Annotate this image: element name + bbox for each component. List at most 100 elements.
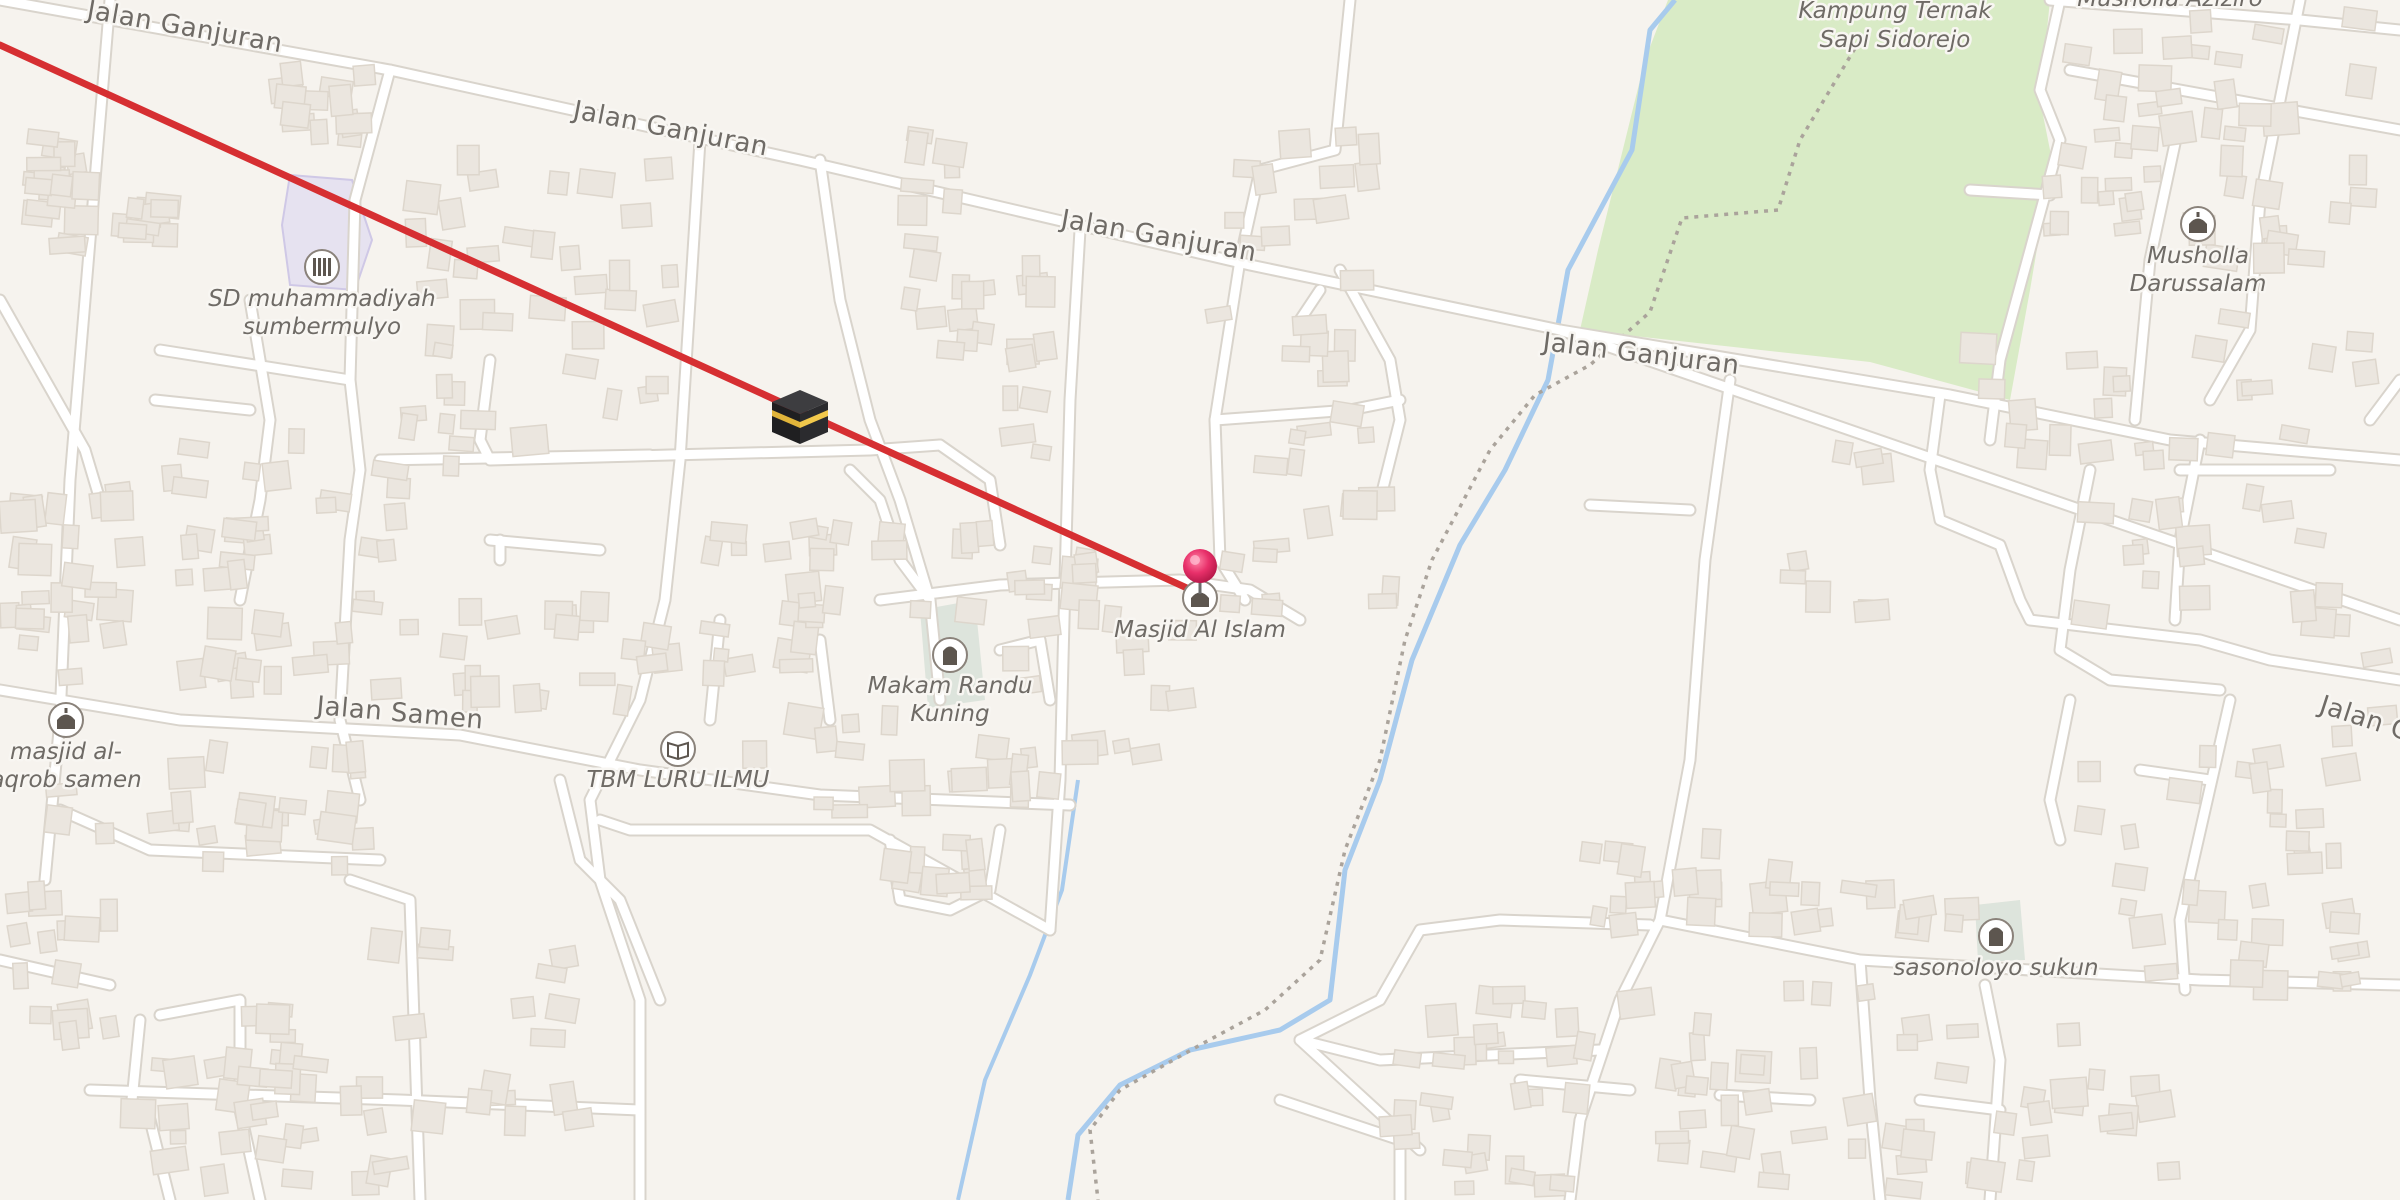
building-60: [573, 273, 609, 296]
building-536: [2213, 50, 2244, 69]
building-620: [2216, 918, 2239, 941]
building-203: [149, 1145, 190, 1176]
building-90: [174, 568, 194, 587]
building-169: [170, 790, 194, 825]
building-446: [1520, 999, 1548, 1021]
building-297: [1031, 545, 1053, 566]
building-579: [2191, 334, 2228, 364]
building-633: [2266, 788, 2284, 814]
building-232: [561, 1106, 595, 1132]
building-118: [179, 533, 200, 561]
building-310: [888, 758, 926, 793]
building-274: [709, 520, 748, 545]
building-255: [553, 613, 581, 641]
building-637: [2328, 911, 2361, 935]
building-405: [1122, 648, 1145, 677]
building-88: [170, 475, 210, 499]
building-467: [1442, 1148, 1474, 1169]
building-433: [1790, 907, 1822, 936]
building-490: [1757, 1171, 1791, 1191]
tbm-poi[interactable]: [660, 731, 696, 767]
building-75: [481, 311, 514, 332]
building-0: [63, 204, 100, 236]
building-48: [442, 455, 460, 477]
building-327: [879, 847, 913, 885]
map-canvas[interactable]: Jalan Ganjuran Jalan Ganjuran Jalan Ganj…: [0, 0, 2400, 1200]
cemetery-icon: [943, 646, 957, 665]
building-245: [578, 672, 616, 687]
sasonoloyo-poi[interactable]: [1978, 918, 2014, 954]
building-548: [2113, 220, 2142, 237]
building-538: [2344, 62, 2378, 100]
building-497: [2087, 1068, 2106, 1091]
building-387: [1329, 399, 1366, 428]
building-309: [741, 740, 768, 769]
building-80: [642, 298, 680, 328]
building-258: [469, 675, 501, 709]
building-299: [1071, 562, 1098, 585]
building-26: [125, 196, 145, 220]
building-364: [1277, 128, 1313, 160]
building-550: [2104, 176, 2133, 192]
building-189: [26, 880, 47, 911]
building-511: [1966, 1157, 2007, 1194]
building-180: [6, 921, 31, 948]
building-653: [1779, 569, 1807, 585]
building-534: [2200, 106, 2224, 140]
building-427: [1902, 894, 1938, 921]
building-471: [1616, 986, 1656, 1021]
building-374: [1286, 447, 1306, 477]
building-373: [1356, 426, 1376, 444]
building-488: [1678, 1109, 1707, 1130]
building-537: [2223, 172, 2248, 200]
makam-poi[interactable]: [932, 637, 968, 673]
building-415: [1616, 842, 1647, 879]
building-153: [330, 855, 349, 876]
building-144: [14, 607, 46, 630]
building-500: [2026, 1099, 2053, 1127]
masjid-alaqrob-poi[interactable]: [48, 702, 84, 738]
building-523: [2057, 141, 2088, 170]
building-636: [2248, 760, 2272, 795]
building-201: [157, 1102, 191, 1132]
building-452: [1453, 1180, 1475, 1196]
building-586: [1958, 331, 1998, 366]
building-377: [1354, 160, 1381, 193]
school-poi[interactable]: [304, 249, 340, 285]
building-399: [1252, 547, 1279, 564]
building-318: [1010, 770, 1032, 803]
building-585: [2345, 330, 2375, 353]
building-294: [1001, 645, 1030, 672]
building-171: [233, 798, 267, 828]
building-131: [61, 523, 80, 550]
building-396: [1342, 489, 1378, 521]
building-386: [1357, 132, 1382, 166]
building-359: [1018, 385, 1052, 414]
building-648: [1831, 439, 1854, 466]
building-469: [1742, 1087, 1773, 1116]
building-383: [1291, 313, 1328, 337]
building-487: [1725, 1124, 1756, 1161]
building-437: [1671, 866, 1700, 898]
building-108: [351, 598, 384, 616]
building-632: [2073, 804, 2106, 836]
building-525: [2137, 64, 2173, 93]
building-589: [2065, 350, 2099, 370]
building-583: [2077, 439, 2115, 465]
building-480: [1688, 1031, 1707, 1062]
building-348: [903, 129, 930, 166]
building-600: [2128, 497, 2154, 524]
musholla-darussalam-poi[interactable]: [2180, 206, 2216, 242]
building-128: [57, 667, 84, 687]
building-432: [1800, 881, 1821, 907]
building-416: [1608, 911, 1639, 939]
building-381: [1281, 345, 1311, 363]
building-275: [762, 540, 792, 563]
building-561: [2061, 42, 2093, 67]
building-311: [813, 725, 839, 754]
building-138: [17, 542, 53, 577]
cemetery-icon: [1989, 927, 2003, 946]
building-643: [2316, 970, 2345, 990]
masjid-alaqrob-label-line2: aqrob samen: [0, 767, 142, 793]
building-419: [1624, 880, 1657, 910]
